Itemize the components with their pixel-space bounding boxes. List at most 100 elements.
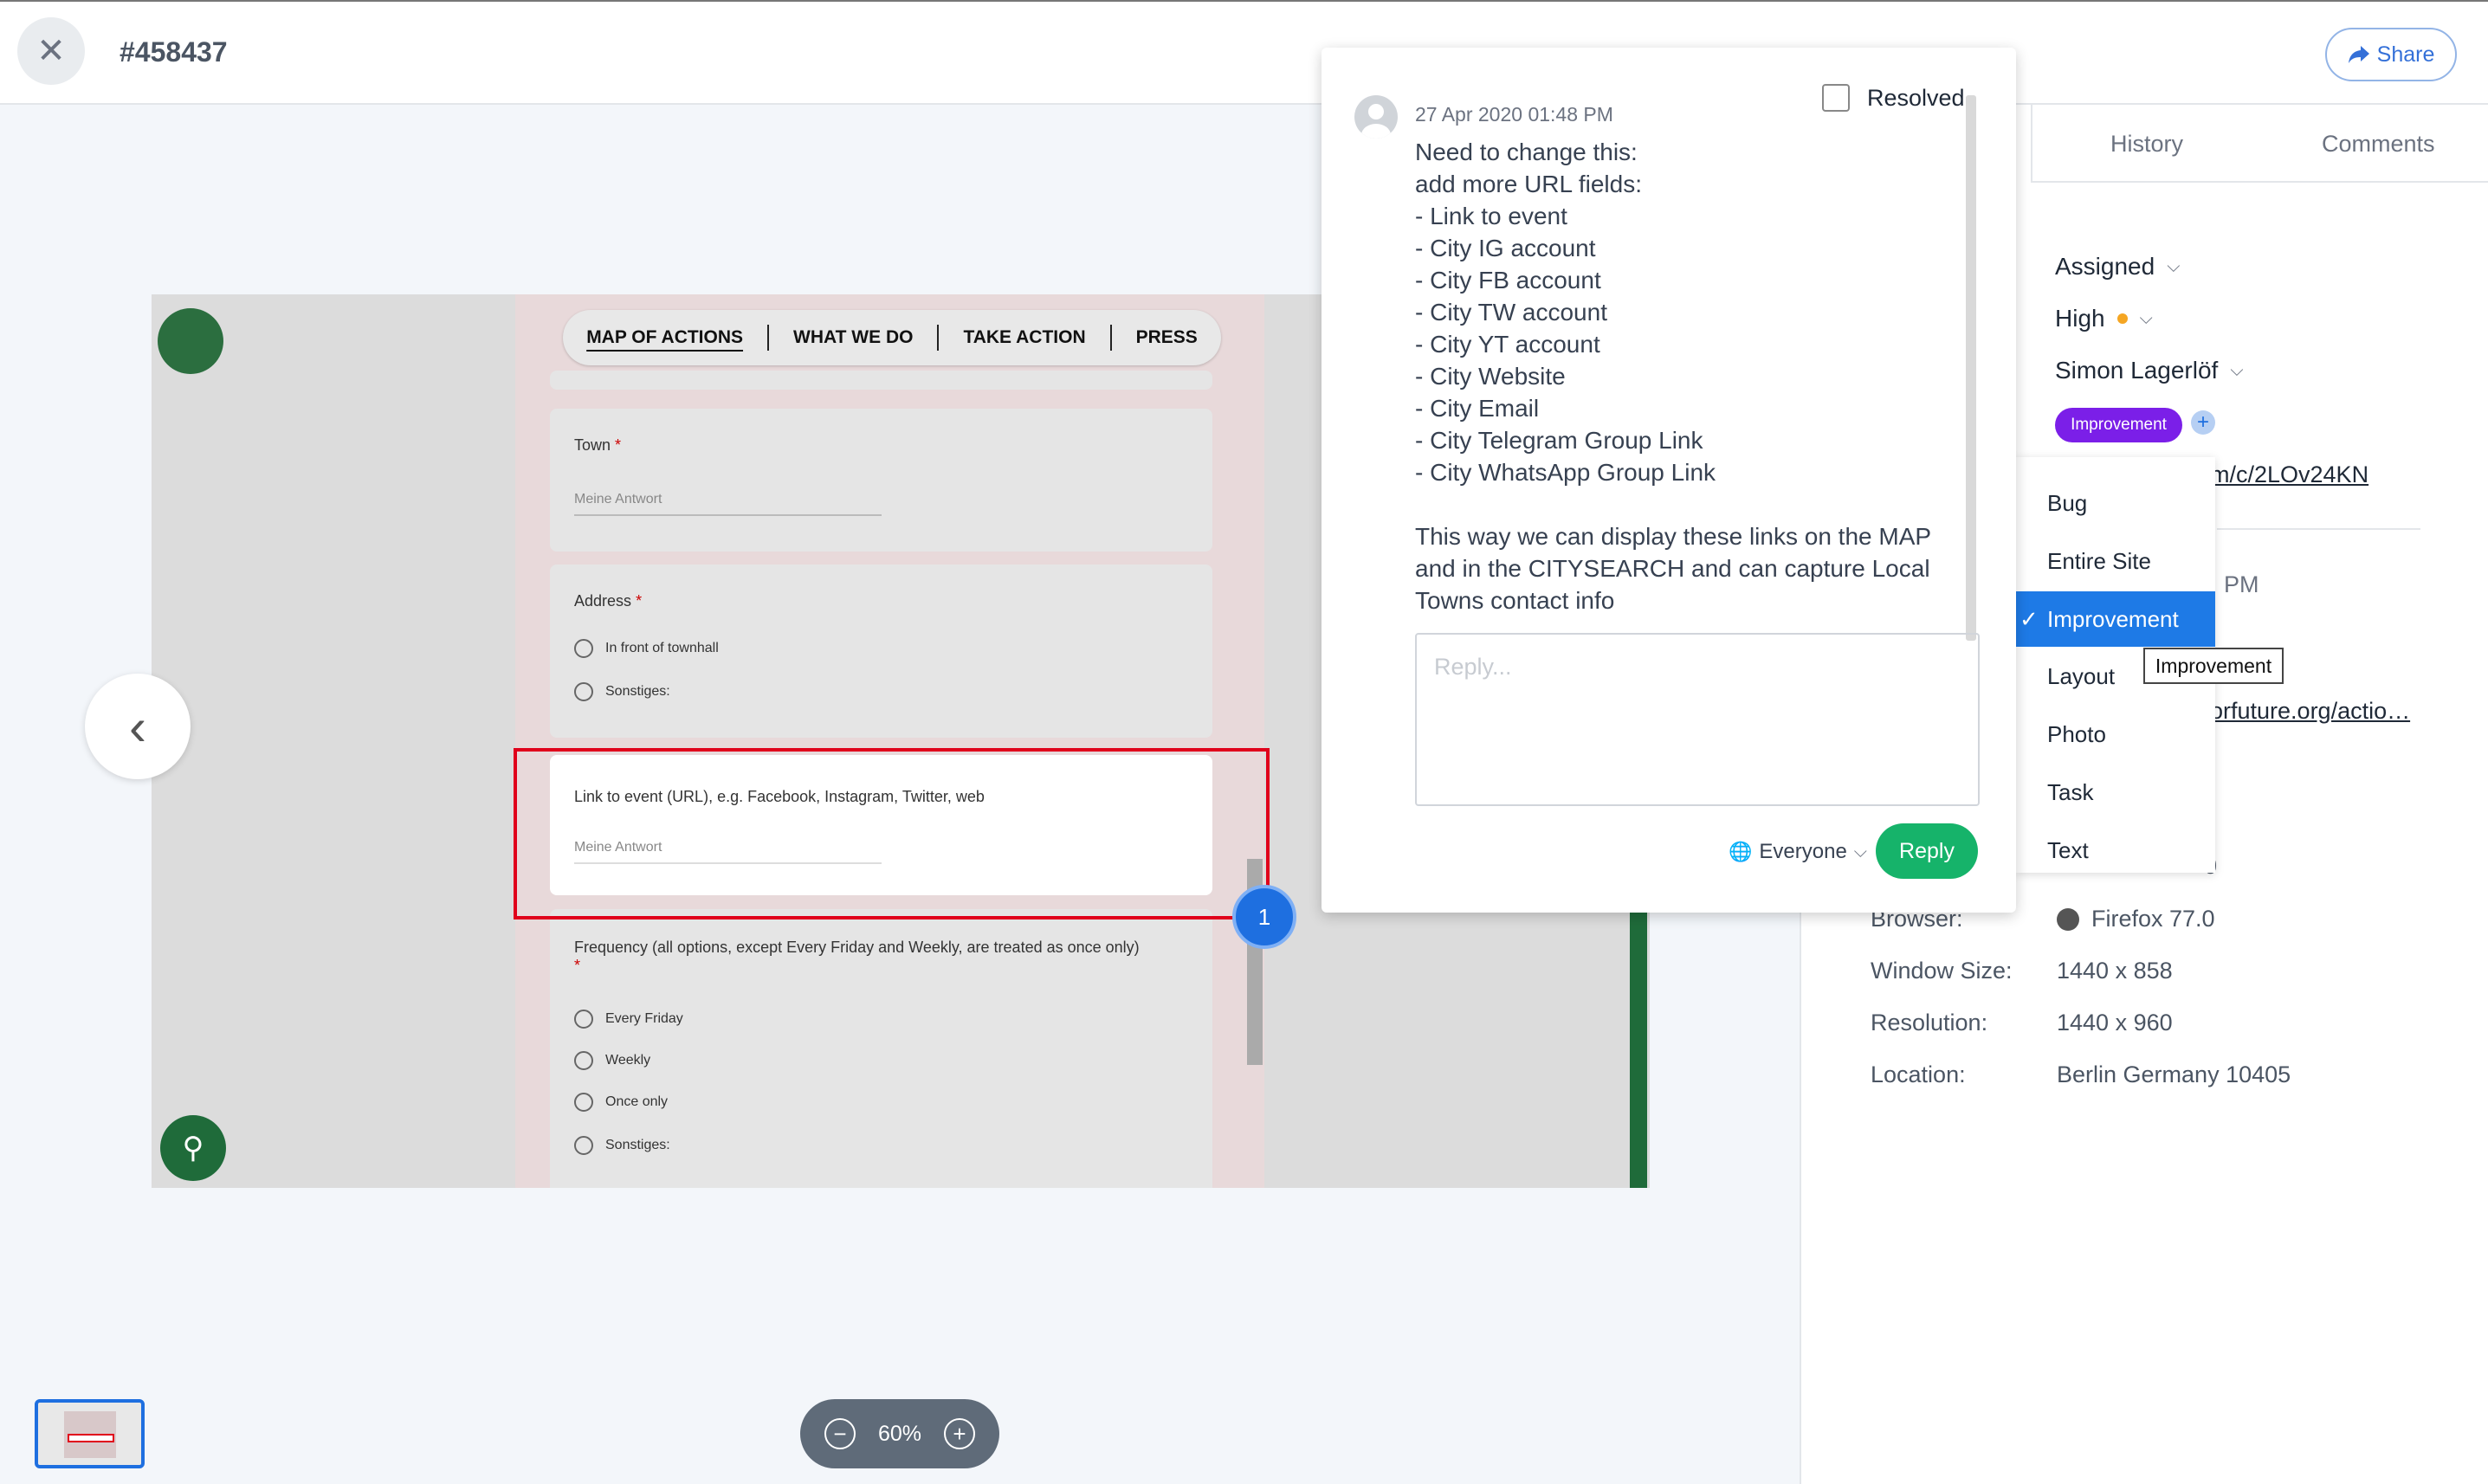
checkbox-icon: [1822, 84, 1850, 112]
preview-green-bar: [1630, 911, 1647, 1188]
previous-button[interactable]: ‹: [85, 674, 191, 779]
screenshot-thumbnail[interactable]: [35, 1399, 145, 1468]
thumbnail-highlight: [68, 1434, 114, 1442]
tag-option-task[interactable]: Task: [2047, 779, 2093, 806]
priority-value: High: [2055, 305, 2105, 332]
meta-value-browser: Firefox 77.0: [2057, 906, 2215, 932]
preview-nav-map: MAP OF ACTIONS: [586, 327, 744, 347]
meta-value-location: Berlin Germany 10405: [2057, 1061, 2291, 1087]
annotation-marker[interactable]: 1: [1232, 885, 1296, 949]
radio-icon: [574, 1010, 593, 1029]
meta-label-resolution: Resolution:: [1871, 1010, 1988, 1036]
preview-nav-take-action: TAKE ACTION: [963, 327, 1086, 347]
globe-icon: 🌐: [1729, 841, 1753, 862]
visibility-value: Everyone: [1759, 840, 1847, 863]
radio-icon: [574, 1136, 593, 1155]
key-icon[interactable]: ⚲: [160, 1115, 226, 1181]
preview-card-address: Address * In front of townhall Sonstiges…: [550, 565, 1212, 738]
check-icon: ✓: [2019, 605, 2039, 632]
add-tag-icon[interactable]: +: [2191, 410, 2215, 435]
assignee-dropdown[interactable]: Simon Lagerlöf ⌵: [2055, 357, 2244, 384]
visibility-dropdown[interactable]: 🌐 Everyone ⌵: [1729, 840, 1867, 864]
reply-button[interactable]: Reply: [1876, 823, 1978, 879]
priority-dot-icon: [2116, 313, 2128, 324]
close-icon: ✕: [36, 32, 66, 70]
status-dropdown[interactable]: Assigned ⌵: [2055, 253, 2180, 281]
nav-separator: [1109, 325, 1112, 351]
preview-nav-press: PRESS: [1135, 327, 1198, 347]
fridays-for-future-logo: [158, 308, 223, 374]
zoom-level: 60%: [877, 1421, 922, 1446]
frequency-label: Frequency (all options, except Every Fri…: [574, 939, 1140, 974]
chevron-down-icon: ⌵: [1853, 842, 1867, 861]
preview-nav-bar: MAP OF ACTIONS WHAT WE DO TAKE ACTION PR…: [563, 310, 1221, 365]
divider: [2217, 528, 2420, 530]
preview-card-town: Town * Meine Antwort: [550, 409, 1212, 552]
meta-label-window: Window Size:: [1871, 958, 2013, 984]
input-underline: [574, 514, 882, 516]
comment-date: 27 Apr 2020 01:48 PM: [1415, 103, 1613, 126]
page-url-link[interactable]: orfuture.org/actio…: [2210, 698, 2410, 725]
tab-comments[interactable]: Comments: [2322, 131, 2435, 158]
tag-option-photo[interactable]: Photo: [2047, 721, 2106, 748]
comment-popup: 27 Apr 2020 01:48 PM Resolved Need to ch…: [1322, 48, 2016, 913]
zoom-in-icon[interactable]: +: [944, 1418, 976, 1449]
preview-nav-what: WHAT WE DO: [793, 327, 914, 347]
nav-separator: [937, 325, 940, 351]
reply-input[interactable]: Reply...: [1415, 633, 1980, 806]
radio-icon: [574, 1051, 593, 1070]
ticket-id: #458437: [120, 36, 228, 68]
tag-option-text[interactable]: Text: [2047, 837, 2089, 864]
frequency-option: Sonstiges:: [574, 1136, 670, 1155]
resolved-label: Resolved: [1867, 84, 1965, 111]
zoom-out-icon[interactable]: −: [824, 1418, 856, 1449]
meta-label-location: Location:: [1871, 1061, 1966, 1087]
address-option: In front of townhall: [574, 639, 719, 658]
radio-icon: [574, 639, 593, 658]
share-icon: [2348, 46, 2369, 63]
nav-separator: [767, 325, 770, 351]
share-button[interactable]: Share: [2325, 28, 2457, 81]
share-link[interactable]: m/c/2LOv24KN: [2210, 461, 2368, 488]
frequency-option: Every Friday: [574, 1010, 683, 1029]
radio-icon: [574, 1093, 593, 1112]
top-bar: ✕ #458437 Share: [0, 0, 2488, 105]
address-option: Sonstiges:: [574, 682, 670, 701]
frequency-option: Weekly: [574, 1051, 650, 1070]
tag-option-layout[interactable]: Layout: [2047, 663, 2115, 690]
tab-history[interactable]: History: [2110, 131, 2183, 158]
preview-card-top: [550, 371, 1212, 390]
tag-option-entire-site[interactable]: Entire Site: [2047, 548, 2151, 575]
user-icon: [1361, 104, 1391, 139]
share-label: Share: [2376, 42, 2435, 67]
tag-badge[interactable]: Improvement: [2055, 408, 2182, 442]
assignee-value: Simon Lagerlöf: [2055, 357, 2219, 384]
preview-card-frequency: Frequency (all options, except Every Fri…: [550, 909, 1212, 1188]
tag-option-improvement[interactable]: ✓ Improvement: [2016, 591, 2215, 647]
town-label: Town *: [574, 436, 622, 454]
priority-dropdown[interactable]: High ⌵: [2055, 305, 2153, 332]
close-button[interactable]: ✕: [17, 17, 85, 85]
zoom-control: − 60% +: [800, 1399, 999, 1468]
meta-value-window: 1440 x 858: [2057, 958, 2173, 984]
annotation-highlight-box[interactable]: [514, 748, 1270, 919]
firefox-icon: [2057, 907, 2079, 931]
tag-option-bug[interactable]: Bug: [2047, 490, 2087, 517]
popup-scrollbar[interactable]: [1966, 95, 1976, 641]
chevron-down-icon: ⌵: [2139, 308, 2153, 328]
frequency-option: Once only: [574, 1093, 668, 1112]
chevron-down-icon: ⌵: [2167, 256, 2181, 276]
address-label: Address *: [574, 592, 643, 610]
chevron-down-icon: ⌵: [2230, 360, 2244, 380]
status-value: Assigned: [2055, 253, 2155, 280]
time-fragment: PM: [2224, 571, 2259, 597]
resolved-checkbox[interactable]: Resolved: [1822, 84, 1965, 112]
comment-text: Need to change this: add more URL fields…: [1415, 139, 1931, 614]
radio-icon: [574, 682, 593, 701]
avatar: [1354, 95, 1398, 139]
chevron-left-icon: ‹: [129, 697, 146, 756]
details-tabs: History Comments: [2031, 105, 2488, 183]
tooltip: Improvement: [2143, 648, 2284, 684]
meta-value-resolution: 1440 x 960: [2057, 1010, 2173, 1036]
town-hint: Meine Antwort: [574, 492, 662, 506]
